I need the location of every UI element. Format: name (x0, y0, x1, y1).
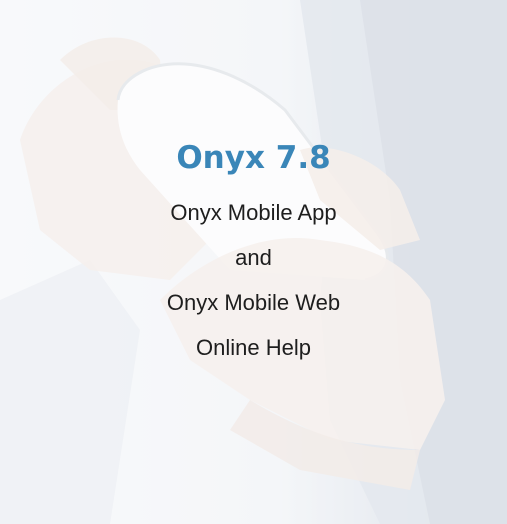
subtitle-line-help: Online Help (196, 335, 311, 360)
subtitle-line-web: Onyx Mobile Web (166, 290, 341, 315)
subtitle-line-app: Onyx Mobile App (170, 200, 337, 225)
splash-title-block: Onyx 7.8 Onyx Mobile App and Onyx Mobile… (0, 138, 507, 370)
product-title: Onyx 7.8 (176, 140, 331, 176)
help-splash-page: Onyx 7.8 Onyx Mobile App and Onyx Mobile… (0, 0, 507, 524)
subtitle-line-and: and (235, 245, 272, 270)
